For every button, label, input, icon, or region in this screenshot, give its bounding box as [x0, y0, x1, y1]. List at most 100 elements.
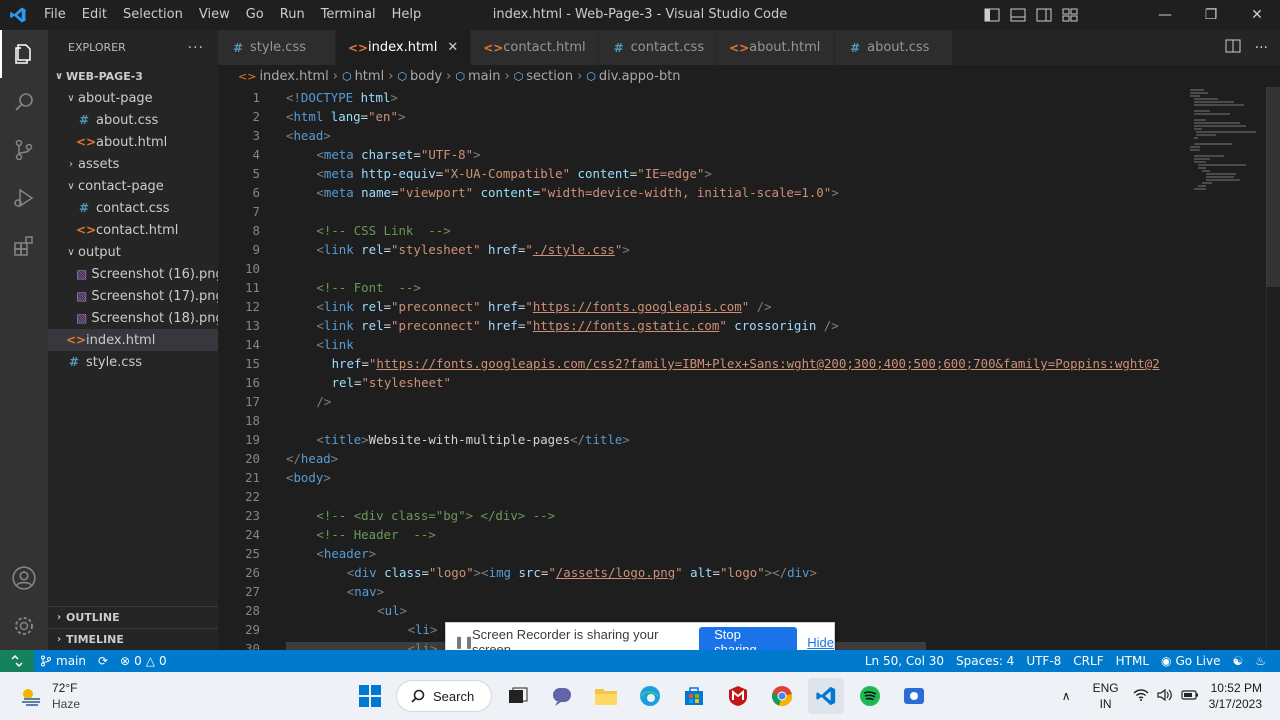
- cursor-position[interactable]: Ln 50, Col 30: [859, 654, 950, 668]
- remote-icon[interactable]: [0, 650, 34, 672]
- tab-about-html[interactable]: <> about.html: [717, 30, 836, 65]
- search-icon[interactable]: [0, 78, 48, 126]
- menu-help[interactable]: Help: [384, 0, 430, 30]
- language-indicator[interactable]: ENG IN: [1093, 680, 1119, 712]
- file-explorer-icon[interactable]: [588, 678, 624, 714]
- line-number: 20: [245, 451, 260, 466]
- indentation[interactable]: Spaces: 4: [950, 654, 1020, 668]
- tree-file[interactable]: <> index.html: [48, 329, 218, 351]
- tree-folder[interactable]: › assets: [48, 153, 218, 175]
- chevron-up-icon[interactable]: ∧: [1062, 689, 1071, 703]
- toggle-secondary-sidebar-icon[interactable]: [1034, 5, 1054, 25]
- code-token: "width=device-width, initial-scale=1.0": [540, 185, 832, 200]
- problems-status[interactable]: ⊗ 0 △ 0: [114, 654, 173, 668]
- more-actions-icon[interactable]: ···: [188, 40, 204, 56]
- tab-index-html[interactable]: <> index.html ✕: [336, 30, 472, 65]
- tab-contact-css[interactable]: # contact.css: [598, 30, 718, 65]
- outline-section[interactable]: › OUTLINE: [48, 606, 218, 628]
- restore-icon[interactable]: ❐: [1188, 0, 1234, 30]
- timeline-section[interactable]: › TIMELINE: [48, 628, 218, 650]
- breadcrumb-item[interactable]: section: [526, 69, 573, 84]
- taskbar-search[interactable]: Search: [396, 680, 492, 712]
- breadcrumb-item[interactable]: index.html: [259, 69, 328, 84]
- clock[interactable]: 10:52 PM 3/17/2023: [1209, 680, 1262, 712]
- edge-browser-icon[interactable]: [632, 678, 668, 714]
- close-tab-icon[interactable]: ✕: [447, 40, 458, 55]
- tree-file[interactable]: # style.css: [48, 351, 218, 373]
- code-editor[interactable]: 30 <li> 29 <li> 28 <ul> 27 <nav> 26 <div class="l…: [218, 87, 1280, 650]
- menu-file[interactable]: File: [36, 0, 74, 30]
- weather-widget[interactable]: 72°F Haze: [18, 680, 80, 712]
- notifications-bell-icon[interactable]: ♨: [1249, 654, 1272, 668]
- menu-edit[interactable]: Edit: [74, 0, 115, 30]
- code-content: <meta name="viewport" content="width=dev…: [286, 183, 838, 202]
- start-windows-icon[interactable]: [352, 678, 388, 714]
- workspace-root[interactable]: ∨ WEB-PAGE-3: [48, 65, 218, 87]
- teams-chat-icon[interactable]: [544, 678, 580, 714]
- tree-file[interactable]: <> contact.html: [48, 219, 218, 241]
- tree-folder[interactable]: ∨ about-page: [48, 87, 218, 109]
- menu-selection[interactable]: Selection: [115, 0, 191, 30]
- tab-style-css[interactable]: # style.css: [218, 30, 336, 65]
- tab-contact-html[interactable]: <> contact.html: [471, 30, 599, 65]
- run-debug-icon[interactable]: [0, 174, 48, 222]
- go-live-button[interactable]: ◉ Go Live: [1155, 654, 1226, 668]
- tree-file[interactable]: <> about.html: [48, 131, 218, 153]
- scrollbar-thumb[interactable]: [1266, 87, 1280, 287]
- menu-terminal[interactable]: Terminal: [313, 0, 384, 30]
- toggle-panel-icon[interactable]: [1008, 5, 1028, 25]
- sync-icon[interactable]: ⟳: [92, 654, 114, 668]
- tree-folder[interactable]: ∨ contact-page: [48, 175, 218, 197]
- feedback-icon[interactable]: ☯: [1226, 654, 1249, 668]
- menu-view[interactable]: View: [191, 0, 238, 30]
- vertical-scrollbar[interactable]: [1266, 87, 1280, 650]
- source-control-icon[interactable]: [0, 126, 48, 174]
- more-actions-icon[interactable]: ···: [1255, 40, 1268, 56]
- tree-file[interactable]: ▧ Screenshot (16).png: [48, 263, 224, 285]
- tree-file[interactable]: ▧ Screenshot (17).png: [48, 285, 224, 307]
- customize-layout-icon[interactable]: [1060, 5, 1080, 25]
- mcafee-icon[interactable]: [720, 678, 756, 714]
- branch-status[interactable]: main: [34, 654, 92, 668]
- split-editor-icon[interactable]: [1225, 39, 1241, 57]
- volume-icon[interactable]: [1157, 688, 1173, 705]
- tree-file[interactable]: ▧ Screenshot (18).png: [48, 307, 224, 329]
- breadcrumb-item[interactable]: main: [468, 69, 500, 84]
- menu-go[interactable]: Go: [238, 0, 272, 30]
- code-content: <!DOCTYPE html>: [286, 88, 398, 107]
- battery-icon[interactable]: [1181, 689, 1199, 704]
- spotify-icon[interactable]: [852, 678, 888, 714]
- line-number: 1: [252, 90, 260, 105]
- breadcrumb-item[interactable]: html: [355, 69, 385, 84]
- manage-gear-icon[interactable]: [0, 602, 48, 650]
- hide-link[interactable]: Hide: [807, 635, 834, 650]
- accounts-icon[interactable]: [0, 554, 48, 602]
- toggle-sidebar-icon[interactable]: [982, 5, 1002, 25]
- close-window-icon[interactable]: ✕: [1234, 0, 1280, 30]
- line-ending[interactable]: CRLF: [1067, 654, 1109, 668]
- language-mode[interactable]: HTML: [1110, 654, 1155, 668]
- tree-folder[interactable]: ∨ output: [48, 241, 218, 263]
- minimize-icon[interactable]: —: [1142, 0, 1188, 30]
- breadcrumb-item[interactable]: body: [410, 69, 442, 84]
- microsoft-store-icon[interactable]: [676, 678, 712, 714]
- vscode-taskbar-icon[interactable]: [808, 678, 844, 714]
- menu-run[interactable]: Run: [272, 0, 313, 30]
- tree-file[interactable]: # about.css: [48, 109, 218, 131]
- chevron-right-icon: ›: [69, 158, 73, 170]
- drag-handle-icon[interactable]: ❚❚: [454, 635, 474, 649]
- screen-recorder-icon[interactable]: [896, 678, 932, 714]
- minimap[interactable]: [1186, 87, 1266, 650]
- chrome-icon[interactable]: [764, 678, 800, 714]
- task-view-icon[interactable]: [500, 678, 536, 714]
- code-line: 1 <!DOCTYPE html>: [218, 88, 1218, 107]
- explorer-icon[interactable]: [0, 30, 48, 78]
- tab-about-css[interactable]: # about.css: [835, 30, 954, 65]
- element-icon: ⬡: [513, 69, 524, 83]
- tree-file[interactable]: # contact.css: [48, 197, 218, 219]
- breadcrumb-item[interactable]: div.appo-btn: [599, 69, 681, 84]
- encoding[interactable]: UTF-8: [1020, 654, 1067, 668]
- extensions-icon[interactable]: [0, 222, 48, 270]
- line-number: 24: [245, 527, 260, 542]
- wifi-icon[interactable]: [1133, 688, 1149, 705]
